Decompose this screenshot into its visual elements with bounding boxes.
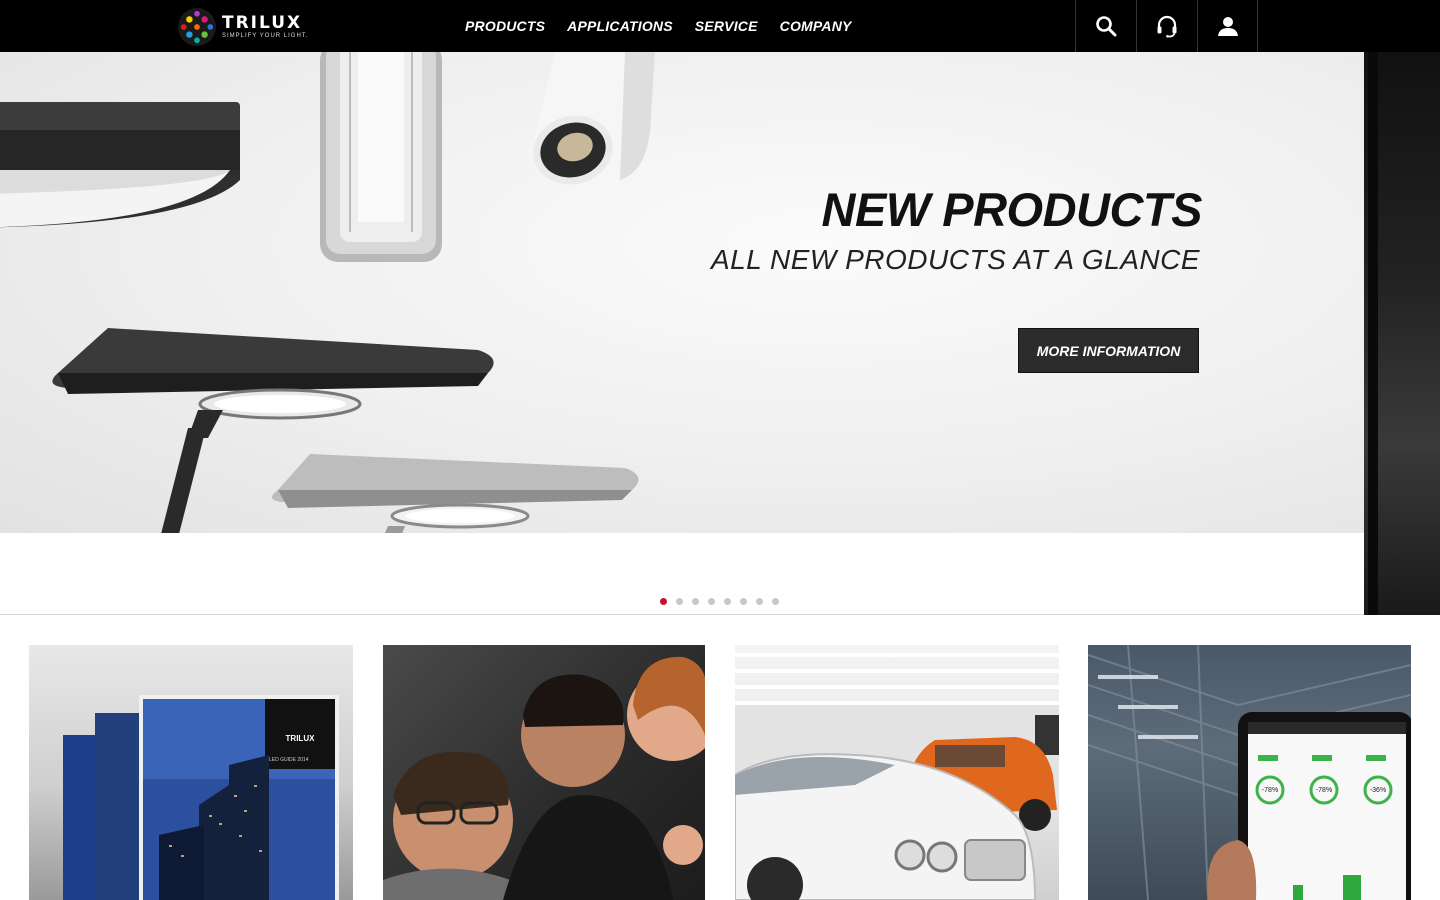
headset-icon (1157, 15, 1177, 38)
brochure-logo: TRILUX (286, 734, 316, 743)
teaser-tile-light-management[interactable]: -78% -78% -36% (1088, 645, 1411, 900)
slider-dot[interactable] (740, 598, 747, 605)
dashboard-stat-3: -36% (1370, 787, 1386, 794)
car-showroom-image (735, 653, 1059, 900)
slider-dot[interactable] (676, 598, 683, 605)
nav-service[interactable]: SERVICE (695, 18, 758, 34)
tablet-dashboard-image: -78% -78% -36% (1088, 645, 1411, 900)
more-information-button[interactable]: MORE INFORMATION (1018, 328, 1199, 373)
hero-slider: NEW PRODUCTS ALL NEW PRODUCTS AT A GLANC… (0, 52, 1364, 533)
slider-dot[interactable] (724, 598, 731, 605)
trilux-logo[interactable]: TRILUX SIMPLIFY YOUR LIGHT. (178, 6, 308, 48)
teaser-tile-led-guide[interactable]: TRILUX LED GUIDE 2014 (29, 645, 353, 900)
logo-tagline: SIMPLIFY YOUR LIGHT. (222, 33, 309, 39)
led-guide-brochure-image: TRILUX LED GUIDE 2014 (63, 695, 339, 900)
utility-nav (1075, 0, 1258, 52)
slider-dot[interactable] (756, 598, 763, 605)
hero-subtitle: ALL NEW PRODUCTS AT A GLANCE (710, 244, 1200, 275)
main-nav: PRODUCTS APPLICATIONS SERVICE COMPANY (465, 0, 852, 52)
logo-name: TRILUX (222, 13, 303, 33)
tube-luminaire-image (320, 52, 442, 262)
search-button[interactable] (1075, 0, 1136, 52)
account-button[interactable] (1197, 0, 1258, 52)
slider-dot[interactable] (692, 598, 699, 605)
teaser-tile-showroom[interactable] (735, 645, 1059, 900)
brochure-caption: LED GUIDE 2014 (269, 757, 309, 763)
ceiling-luminaire-image (0, 102, 240, 228)
slider-pagination (660, 598, 779, 605)
site-header: TRILUX SIMPLIFY YOUR LIGHT. PRODUCTS APP… (0, 0, 1440, 52)
nav-products[interactable]: PRODUCTS (465, 18, 545, 34)
search-icon (1096, 16, 1117, 37)
nav-applications[interactable]: APPLICATIONS (567, 18, 673, 34)
team-photo-image (383, 656, 705, 900)
contact-button[interactable] (1136, 0, 1197, 52)
logo-text: TRILUX SIMPLIFY YOUR LIGHT. (222, 14, 308, 40)
teaser-tile-team[interactable] (383, 645, 705, 900)
spotlight-image (533, 52, 655, 185)
slider-dot[interactable] (660, 598, 667, 605)
nav-company[interactable]: COMPANY (780, 18, 852, 34)
hero-title: NEW PRODUCTS (821, 183, 1203, 236)
dashboard-stat-1: -78% (1262, 787, 1278, 794)
next-slide-preview[interactable] (1364, 52, 1440, 615)
slider-dot[interactable] (708, 598, 715, 605)
floor-lamp-silver-image (271, 454, 639, 533)
user-icon (1217, 17, 1238, 36)
dashboard-stat-2: -78% (1316, 787, 1332, 794)
logo-mark-icon (178, 8, 216, 46)
slider-dot[interactable] (772, 598, 779, 605)
